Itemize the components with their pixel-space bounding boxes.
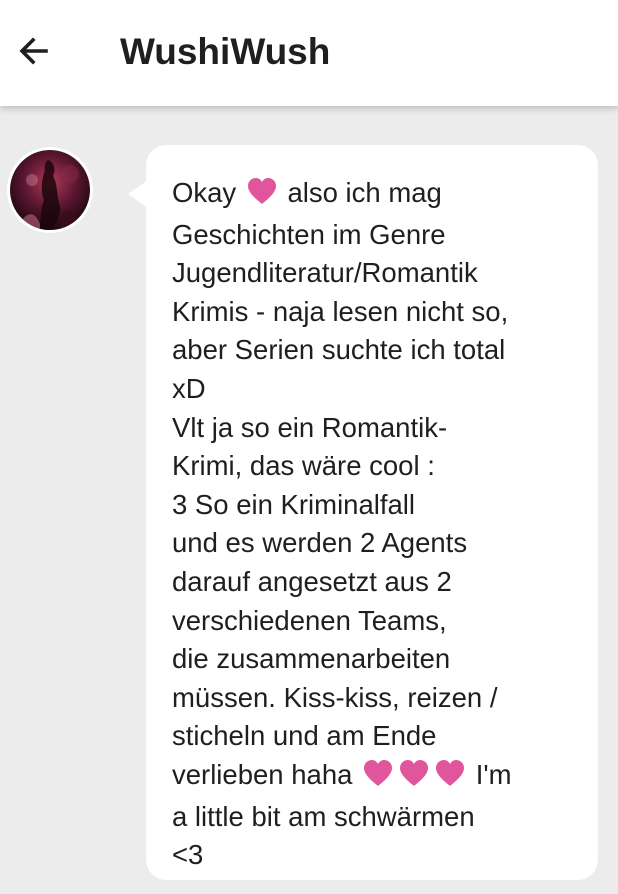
message-line: aber Serien suchte ich total bbox=[172, 334, 506, 366]
message-line: darauf angesetzt aus 2 bbox=[172, 565, 452, 597]
heart-emoji-icon bbox=[398, 759, 430, 798]
heart-emoji-icon bbox=[246, 177, 278, 216]
message-line: xD bbox=[172, 372, 206, 404]
message-line: Vlt ja so ein Romantik- bbox=[172, 411, 448, 443]
message-line: verlieben haha bbox=[172, 758, 353, 790]
message-line: Okay bbox=[172, 177, 237, 208]
message-line: I'm bbox=[475, 758, 512, 790]
message-line: Krimi, das wäre cool : bbox=[172, 450, 435, 482]
message-line: <3 bbox=[172, 839, 204, 871]
bubble-tail bbox=[128, 180, 148, 208]
heart-emoji-icon bbox=[362, 759, 394, 798]
sender-avatar[interactable] bbox=[7, 147, 93, 233]
message-line: sticheln und am Ende bbox=[172, 720, 437, 752]
message-line: Geschichten im Genre bbox=[172, 218, 446, 250]
message-line: a little bit am schwärmen bbox=[172, 800, 475, 832]
message-line: also ich mag bbox=[287, 177, 442, 208]
message-line: verschiedenen Teams, bbox=[172, 604, 447, 636]
message-line: Jugendliteratur/Romantik bbox=[172, 257, 478, 289]
chat-area[interactable]: vor 41 Minuten Okay also ich bbox=[0, 0, 618, 894]
message-line: 3 So ein Kriminalfall bbox=[172, 488, 416, 520]
message-line: und es werden 2 Agents bbox=[172, 527, 468, 559]
app-bar: WushiWush bbox=[0, 0, 618, 106]
chat-title: WushiWush bbox=[120, 31, 331, 72]
message-line: müssen. Kiss-kiss, reizen / bbox=[172, 681, 498, 713]
back-button[interactable] bbox=[6, 23, 62, 79]
message-text: Okay also ich mag Geschichten im Genre J… bbox=[172, 174, 592, 875]
message-bubble[interactable]: Okay also ich mag Geschichten im Genre J… bbox=[146, 145, 598, 880]
heart-emoji-icon bbox=[434, 759, 466, 798]
arrow-left-icon bbox=[19, 37, 48, 65]
avatar-image bbox=[10, 150, 90, 230]
message-line: die zusammenarbeiten bbox=[172, 643, 451, 675]
message-line: Krimis - naja lesen nicht so, bbox=[172, 295, 509, 327]
